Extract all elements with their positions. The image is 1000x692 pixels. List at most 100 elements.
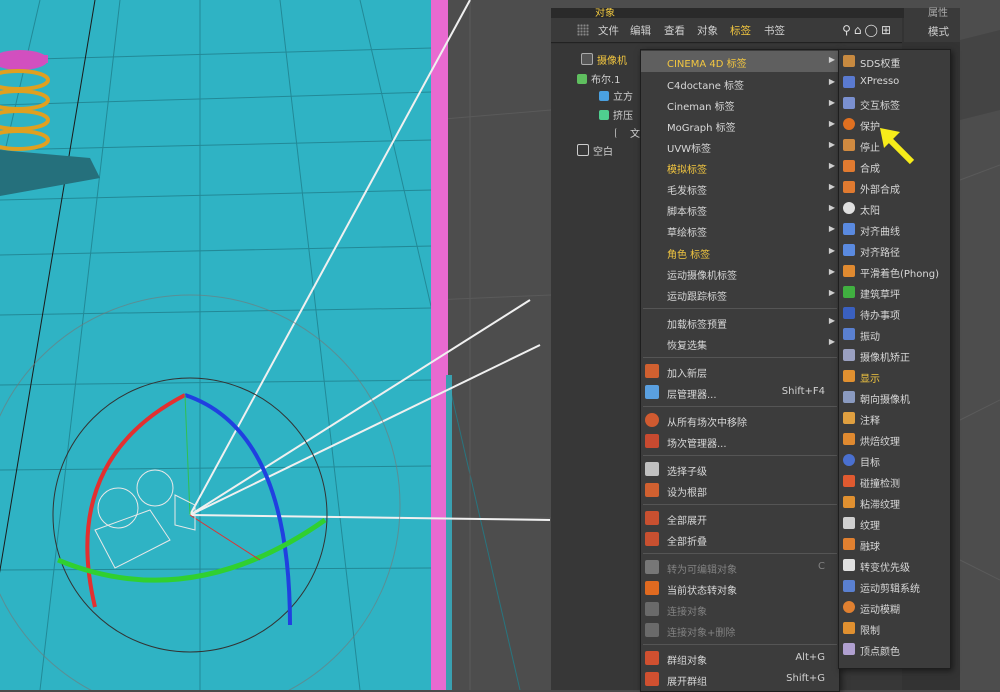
vibrate-icon bbox=[843, 328, 855, 340]
grip-icon[interactable] bbox=[577, 24, 589, 36]
submenu-item-priority[interactable]: 转变优先级 bbox=[839, 555, 950, 576]
pointer-arrow-icon bbox=[880, 128, 915, 165]
menu-item-motion-tracking-tags[interactable]: 运动跟踪标签 ▶ bbox=[641, 284, 839, 305]
menu-item-load-tag-preset[interactable]: 加载标签预置 ▶ bbox=[641, 312, 839, 333]
submenu-item-vertex-color[interactable]: 顶点颜色 bbox=[839, 639, 950, 660]
tree-row-boole[interactable]: 布尔.1 bbox=[577, 72, 621, 90]
submenu-item-todo[interactable]: 待办事项 bbox=[839, 303, 950, 324]
menu-item-restore-selection[interactable]: 恢复选集 ▶ bbox=[641, 333, 839, 354]
menu-file[interactable]: 文件 bbox=[598, 23, 619, 38]
menu-item-make-editable[interactable]: 转为可编辑对象 C bbox=[641, 557, 839, 578]
expand-all-icon bbox=[645, 511, 659, 525]
protection-icon bbox=[843, 118, 855, 130]
menu-item-script-tags[interactable]: 脚本标签 ▶ bbox=[641, 199, 839, 220]
submenu-item-texture[interactable]: 纹理 bbox=[839, 513, 950, 534]
phong-icon bbox=[843, 265, 855, 277]
compositing-icon bbox=[843, 160, 855, 172]
menu-item-c4doctane-tags[interactable]: C4doctane 标签 ▶ bbox=[641, 73, 839, 94]
tree-row-text[interactable]: 文 bbox=[615, 126, 640, 144]
submenu-arrow-icon: ▶ bbox=[828, 182, 835, 191]
submenu-item-phong[interactable]: 平滑着色(Phong) bbox=[839, 261, 950, 282]
menu-item-expand-group[interactable]: 展开群组 Shift+G bbox=[641, 669, 839, 690]
menu-item-remove-from-takes[interactable]: 从所有场次中移除 bbox=[641, 410, 839, 431]
add-icon[interactable]: ⊞ bbox=[881, 23, 894, 37]
menu-item-motion-camera-tags[interactable]: 运动摄像机标签 ▶ bbox=[641, 263, 839, 284]
menu-view[interactable]: 查看 bbox=[664, 23, 685, 38]
stop-icon bbox=[843, 139, 855, 151]
bake-texture-icon bbox=[843, 433, 855, 445]
connect-delete-icon bbox=[645, 623, 659, 637]
align-to-path-icon bbox=[843, 244, 855, 256]
submenu-item-vibrate[interactable]: 振动 bbox=[839, 324, 950, 345]
menu-item-select-children[interactable]: 选择子级 bbox=[641, 459, 839, 480]
submenu-arrow-icon: ▶ bbox=[828, 288, 835, 297]
submenu-item-sds-weight[interactable]: SDS权重 bbox=[839, 51, 950, 72]
submenu-arrow-icon: ▶ bbox=[828, 267, 835, 276]
menu-item-group-objects[interactable]: 群组对象 Alt+G bbox=[641, 648, 839, 669]
null-icon bbox=[577, 144, 589, 156]
submenu-item-align-to-path[interactable]: 对齐路径 bbox=[839, 240, 950, 261]
submenu-arrow-icon: ▶ bbox=[828, 337, 835, 346]
menu-item-hair-tags[interactable]: 毛发标签 ▶ bbox=[641, 178, 839, 199]
menu-item-layer-manager[interactable]: 层管理器... Shift+F4 bbox=[641, 382, 839, 403]
menu-item-character-tags[interactable]: 角色 标签 ▶ bbox=[641, 242, 839, 263]
submenu-item-interaction-tag[interactable]: 交互标签 bbox=[839, 93, 950, 114]
submenu-item-target[interactable]: 目标 bbox=[839, 450, 950, 471]
menu-item-sketch-tags[interactable]: 草绘标签 ▶ bbox=[641, 220, 839, 241]
make-editable-icon bbox=[645, 560, 659, 574]
menu-item-current-state-to-object[interactable]: 当前状态转对象 bbox=[641, 578, 839, 599]
menu-item-mograph-tags[interactable]: MoGraph 标签 ▶ bbox=[641, 115, 839, 136]
submenu-item-motion-system[interactable]: 运动剪辑系统 bbox=[839, 576, 950, 597]
search-icon[interactable]: ⚲ bbox=[842, 23, 854, 37]
menu-bookmarks[interactable]: 书签 bbox=[764, 23, 785, 38]
submenu-item-display[interactable]: 显示 bbox=[839, 366, 950, 387]
submenu-item-bake-texture[interactable]: 烘焙纹理 bbox=[839, 429, 950, 450]
menu-item-collapse-all[interactable]: 全部折叠 bbox=[641, 529, 839, 550]
menu-item-uvw-tags[interactable]: UVW标签 ▶ bbox=[641, 136, 839, 157]
xpresso-icon bbox=[843, 76, 855, 88]
camera-icon bbox=[581, 53, 593, 65]
menu-item-simulation-tags[interactable]: 模拟标签 ▶ bbox=[641, 157, 839, 178]
submenu-item-align-to-spline[interactable]: 对齐曲线 bbox=[839, 219, 950, 240]
menu-object[interactable]: 对象 bbox=[697, 23, 718, 38]
submenu-item-xpresso[interactable]: XPresso bbox=[839, 72, 950, 93]
submenu-item-metaball[interactable]: 融球 bbox=[839, 534, 950, 555]
menu-item-set-as-root[interactable]: 设为根部 bbox=[641, 480, 839, 501]
menu-item-cinema4d-tags[interactable]: CINEMA 4D 标签 ▶ bbox=[641, 51, 839, 72]
submenu-item-annotation[interactable]: 注释 bbox=[839, 408, 950, 429]
toolbar-icons: ⚲⌂◯⊞ bbox=[842, 23, 894, 37]
submenu-item-external-compositing[interactable]: 外部合成 bbox=[839, 177, 950, 198]
menu-item-take-manager[interactable]: 场次管理器... bbox=[641, 431, 839, 452]
menu-tags[interactable]: 标签 bbox=[730, 23, 751, 38]
target-icon bbox=[843, 454, 855, 466]
menu-item-cineman-tags[interactable]: Cineman 标签 ▶ bbox=[641, 94, 839, 115]
submenu-item-collision[interactable]: 碰撞检测 bbox=[839, 471, 950, 492]
tree-row-cube[interactable]: 立方 bbox=[599, 89, 633, 107]
menu-item-expand-all[interactable]: 全部展开 bbox=[641, 508, 839, 529]
menu-item-connect-objects[interactable]: 连接对象 bbox=[641, 599, 839, 620]
panel-title: 对象 bbox=[595, 8, 615, 18]
tags-context-menu: CINEMA 4D 标签 ▶ C4doctane 标签 ▶ Cineman 标签 ▶ … bbox=[640, 49, 840, 692]
submenu-item-look-at-camera[interactable]: 朝向摄像机 bbox=[839, 387, 950, 408]
eye-icon[interactable]: ◯ bbox=[865, 23, 881, 37]
todo-icon bbox=[843, 307, 855, 319]
submenu-item-sun[interactable]: 太阳 bbox=[839, 198, 950, 219]
menu-edit[interactable]: 编辑 bbox=[630, 23, 651, 38]
metaball-icon bbox=[843, 538, 855, 550]
submenu-item-restriction[interactable]: 限制 bbox=[839, 618, 950, 639]
sticky-texture-icon bbox=[843, 496, 855, 508]
tree-row-null[interactable]: 空白 bbox=[577, 144, 613, 162]
menu-item-add-new-layer[interactable]: 加入新层 bbox=[641, 361, 839, 382]
sds-weight-icon bbox=[843, 55, 855, 67]
menu-item-connect-delete[interactable]: 连接对象+删除 bbox=[641, 620, 839, 641]
submenu-item-architectural-grass[interactable]: 建筑草坪 bbox=[839, 282, 950, 303]
home-icon[interactable]: ⌂ bbox=[854, 23, 865, 37]
attributes-mode-menu[interactable]: 模式 bbox=[928, 24, 949, 39]
group-objects-icon bbox=[645, 651, 659, 665]
tree-row-camera[interactable]: 摄像机 bbox=[581, 53, 627, 71]
tree-row-extrude[interactable]: 挤压 bbox=[599, 108, 633, 126]
submenu-item-camera-calibration[interactable]: 摄像机矫正 bbox=[839, 345, 950, 366]
submenu-arrow-icon: ▶ bbox=[828, 98, 835, 107]
submenu-item-motion-blur[interactable]: 运动模糊 bbox=[839, 597, 950, 618]
submenu-item-sticky-texture[interactable]: 粘滞纹理 bbox=[839, 492, 950, 513]
